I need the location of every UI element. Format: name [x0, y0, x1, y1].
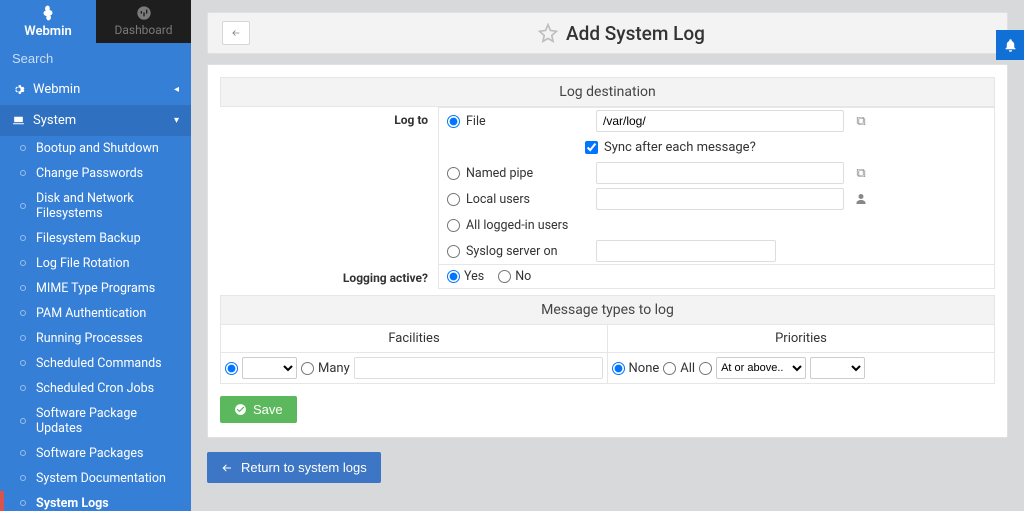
arrow-left-icon: [221, 462, 233, 474]
sidebar-item-system-logs[interactable]: System Logs: [0, 491, 191, 511]
brand-tab-dashboard[interactable]: Dashboard: [96, 0, 191, 43]
sync-checkbox[interactable]: [585, 141, 598, 154]
sidebar-item-disk-network-fs[interactable]: Disk and Network Filesystems: [0, 186, 191, 226]
star-icon[interactable]: [538, 23, 558, 43]
back-button[interactable]: [222, 21, 250, 45]
notifications-button[interactable]: [996, 30, 1024, 60]
priority-range-radio[interactable]: [699, 362, 712, 375]
log-to-users-radio[interactable]: [447, 193, 460, 206]
sidebar-item-log-file-rotation[interactable]: Log File Rotation: [0, 251, 191, 276]
page-title: Add System Log: [566, 22, 705, 45]
nav: Webmin ◂ System ▾ Bootup and Shutdown Ch…: [0, 74, 191, 511]
logo-icon: [39, 4, 57, 22]
active-yes-option[interactable]: Yes: [447, 269, 484, 284]
arrow-left-icon: [229, 28, 243, 38]
save-button[interactable]: Save: [220, 396, 297, 423]
bell-icon: [1003, 38, 1018, 53]
return-button[interactable]: Return to system logs: [207, 452, 381, 483]
log-destination-header: Log destination: [220, 77, 995, 107]
brand-row: Webmin Dashboard: [0, 0, 191, 43]
main: Add System Log Log destination Log to Fi…: [191, 0, 1024, 511]
priority-level-select[interactable]: [810, 357, 865, 379]
chevron-left-icon: ◂: [174, 84, 179, 95]
sidebar-item-scheduled-cron[interactable]: Scheduled Cron Jobs: [0, 376, 191, 401]
laptop-icon: [12, 114, 25, 127]
sidebar-item-software-updates[interactable]: Software Package Updates: [0, 401, 191, 441]
sidebar-item-filesystem-backup[interactable]: Filesystem Backup: [0, 226, 191, 251]
sidebar-item-change-passwords[interactable]: Change Passwords: [0, 161, 191, 186]
dashboard-icon: [136, 5, 152, 21]
check-icon: [234, 403, 247, 416]
local-users-input[interactable]: [596, 188, 844, 210]
sidebar-item-system-docs[interactable]: System Documentation: [0, 466, 191, 491]
sidebar-item-bootup[interactable]: Bootup and Shutdown: [0, 136, 191, 161]
search-input[interactable]: [12, 51, 188, 66]
pipe-input[interactable]: [596, 162, 844, 184]
priorities-header: Priorities: [608, 325, 994, 352]
priority-mode-select[interactable]: At or above..: [716, 357, 806, 379]
log-to-pipe-radio[interactable]: [447, 167, 460, 180]
sidebar: Webmin Dashboard Webmin ◂ System ▾: [0, 0, 191, 511]
brand-tab-webmin[interactable]: Webmin: [0, 0, 96, 43]
log-to-syslog-radio[interactable]: [447, 245, 460, 258]
gear-icon: [12, 83, 25, 96]
brand-label: Webmin: [24, 24, 71, 39]
file-chooser-icon[interactable]: ⧉: [850, 162, 872, 184]
dashboard-label: Dashboard: [114, 23, 172, 37]
form-panel: Log destination Log to File ⧉ Sync after…: [207, 64, 1008, 438]
message-types-header: Message types to log: [220, 295, 995, 325]
user-chooser-icon[interactable]: [850, 188, 872, 210]
chevron-down-icon: ▾: [174, 115, 179, 126]
facility-select[interactable]: [242, 357, 297, 379]
sidebar-item-scheduled-commands[interactable]: Scheduled Commands: [0, 351, 191, 376]
priority-none-radio[interactable]: [612, 362, 625, 375]
sidebar-item-running-processes[interactable]: Running Processes: [0, 326, 191, 351]
file-chooser-icon[interactable]: ⧉: [850, 110, 872, 132]
logging-active-label: Logging active?: [220, 265, 438, 289]
sidebar-item-software-packages[interactable]: Software Packages: [0, 441, 191, 466]
facility-many-radio[interactable]: [301, 362, 314, 375]
syslog-server-input[interactable]: [596, 240, 776, 262]
active-no-option[interactable]: No: [498, 269, 531, 284]
nav-system-items: Bootup and Shutdown Change Passwords Dis…: [0, 136, 191, 511]
log-to-file-radio[interactable]: [447, 115, 460, 128]
facilities-header: Facilities: [221, 325, 608, 352]
nav-section-system[interactable]: System ▾: [0, 105, 191, 136]
page-header: Add System Log: [207, 12, 1008, 54]
sidebar-item-pam-auth[interactable]: PAM Authentication: [0, 301, 191, 326]
sidebar-item-mime-type[interactable]: MIME Type Programs: [0, 276, 191, 301]
nav-section-webmin[interactable]: Webmin ◂: [0, 74, 191, 105]
file-path-input[interactable]: [596, 110, 844, 132]
log-to-all-radio[interactable]: [447, 219, 460, 232]
facility-many-input[interactable]: [354, 357, 603, 379]
priority-all-radio[interactable]: [663, 362, 676, 375]
facility-select-radio[interactable]: [225, 362, 238, 375]
search-row: [0, 43, 191, 74]
log-to-label: Log to: [220, 107, 438, 265]
